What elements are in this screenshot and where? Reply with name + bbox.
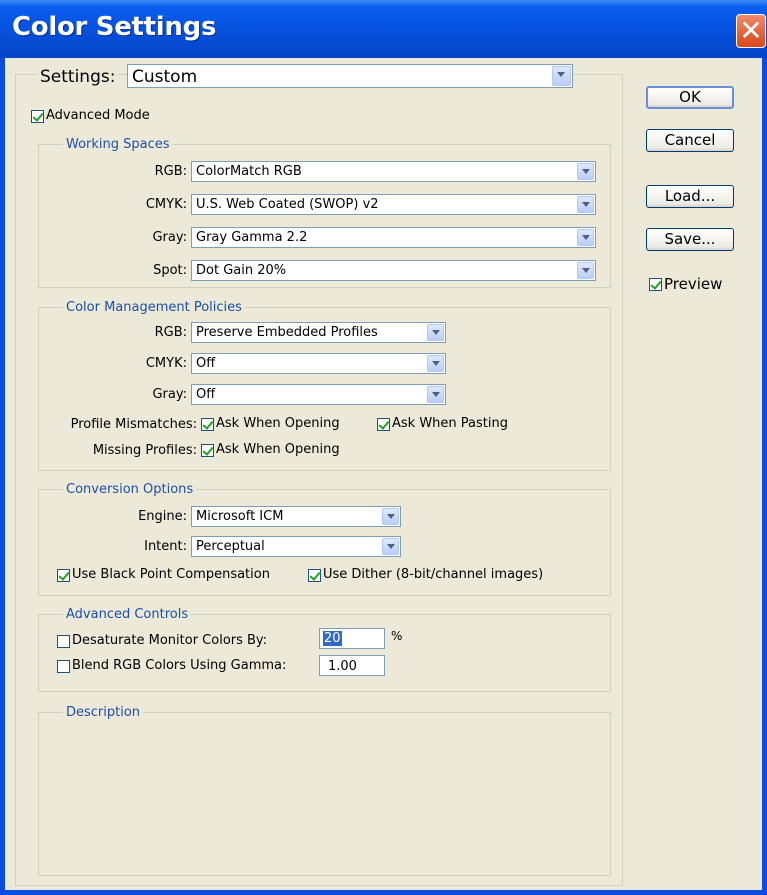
policy-gray-label: Gray: bbox=[152, 387, 187, 402]
title-bar[interactable]: Color Settings ✕ bbox=[0, 0, 767, 58]
policy-rgb-label: RGB: bbox=[154, 325, 187, 340]
mismatch-ask-opening-checkbox[interactable] bbox=[201, 418, 214, 431]
ws-cmyk-label: CMYK: bbox=[145, 197, 187, 212]
dither-label: Use Dither (8-bit/channel images) bbox=[323, 567, 544, 582]
chevron-down-icon bbox=[382, 508, 399, 525]
policy-cmyk-select[interactable]: Off bbox=[191, 353, 446, 374]
chevron-down-icon bbox=[427, 324, 444, 341]
chevron-down-icon bbox=[577, 229, 594, 246]
load-button[interactable]: Load... bbox=[646, 185, 734, 208]
chevron-down-icon bbox=[427, 355, 444, 372]
desaturate-label: Desaturate Monitor Colors By: bbox=[72, 633, 268, 648]
missing-ask-opening-checkbox[interactable] bbox=[201, 444, 214, 457]
chevron-down-icon bbox=[427, 386, 444, 403]
preview-label: Preview bbox=[664, 275, 723, 293]
mismatch-ask-pasting-checkbox[interactable] bbox=[377, 418, 390, 431]
ok-button[interactable]: OK bbox=[646, 86, 734, 109]
advanced-mode-label: Advanced Mode bbox=[46, 108, 150, 123]
black-point-label: Use Black Point Compensation bbox=[72, 567, 270, 582]
ws-rgb-label: RGB: bbox=[154, 164, 187, 179]
chevron-down-icon bbox=[552, 66, 571, 86]
missing-profiles-label: Missing Profiles: bbox=[92, 443, 197, 458]
blend-gamma-checkbox[interactable] bbox=[57, 660, 70, 673]
engine-select[interactable]: Microsoft ICM bbox=[191, 506, 401, 527]
policies-title: Color Management Policies bbox=[63, 300, 245, 315]
blend-gamma-label: Blend RGB Colors Using Gamma: bbox=[72, 658, 287, 673]
preview-checkbox[interactable] bbox=[649, 278, 662, 291]
desaturate-checkbox[interactable] bbox=[57, 635, 70, 648]
mismatch-ask-pasting-label: Ask When Pasting bbox=[392, 416, 508, 431]
advanced-controls-group bbox=[38, 614, 611, 692]
close-icon[interactable]: ✕ bbox=[736, 14, 766, 48]
dither-checkbox[interactable] bbox=[308, 569, 321, 582]
profile-mismatches-label: Profile Mismatches: bbox=[70, 417, 197, 432]
chevron-down-icon bbox=[577, 196, 594, 213]
color-settings-dialog: Color Settings ✕ Settings: Custom Advanc… bbox=[0, 0, 767, 895]
policy-gray-select[interactable]: Off bbox=[191, 384, 446, 405]
chevron-down-icon bbox=[577, 262, 594, 279]
dialog-body: Settings: Custom Advanced Mode Working S… bbox=[5, 58, 762, 890]
working-spaces-title: Working Spaces bbox=[63, 137, 173, 152]
ws-spot-select[interactable]: Dot Gain 20% bbox=[191, 260, 596, 281]
engine-label: Engine: bbox=[138, 509, 187, 524]
advanced-mode-checkbox[interactable] bbox=[31, 110, 44, 123]
cancel-button[interactable]: Cancel bbox=[646, 129, 734, 152]
mismatch-ask-opening-label: Ask When Opening bbox=[216, 416, 340, 431]
missing-ask-opening-label: Ask When Opening bbox=[216, 442, 340, 457]
settings-select[interactable]: Custom bbox=[127, 64, 573, 88]
ws-cmyk-select[interactable]: U.S. Web Coated (SWOP) v2 bbox=[191, 194, 596, 215]
chevron-down-icon bbox=[577, 163, 594, 180]
policy-cmyk-label: CMYK: bbox=[145, 356, 187, 371]
description-title: Description bbox=[63, 705, 144, 720]
intent-label: Intent: bbox=[144, 539, 187, 554]
intent-select[interactable]: Perceptual bbox=[191, 536, 401, 557]
desaturate-input[interactable]: 20 bbox=[319, 628, 385, 649]
conversion-title: Conversion Options bbox=[63, 482, 197, 497]
desaturate-unit: % bbox=[391, 629, 403, 643]
policy-rgb-select[interactable]: Preserve Embedded Profiles bbox=[191, 322, 446, 343]
advanced-controls-title: Advanced Controls bbox=[63, 607, 192, 622]
description-group bbox=[38, 712, 611, 876]
dialog-title: Color Settings bbox=[12, 12, 217, 42]
settings-label: Settings: bbox=[37, 67, 119, 87]
blend-gamma-input[interactable]: 1.00 bbox=[319, 655, 385, 676]
save-button[interactable]: Save... bbox=[646, 228, 734, 251]
black-point-checkbox[interactable] bbox=[57, 569, 70, 582]
ws-gray-select[interactable]: Gray Gamma 2.2 bbox=[191, 227, 596, 248]
ws-spot-label: Spot: bbox=[153, 263, 187, 278]
chevron-down-icon bbox=[382, 538, 399, 555]
ws-gray-label: Gray: bbox=[152, 230, 187, 245]
ws-rgb-select[interactable]: ColorMatch RGB bbox=[191, 161, 596, 182]
